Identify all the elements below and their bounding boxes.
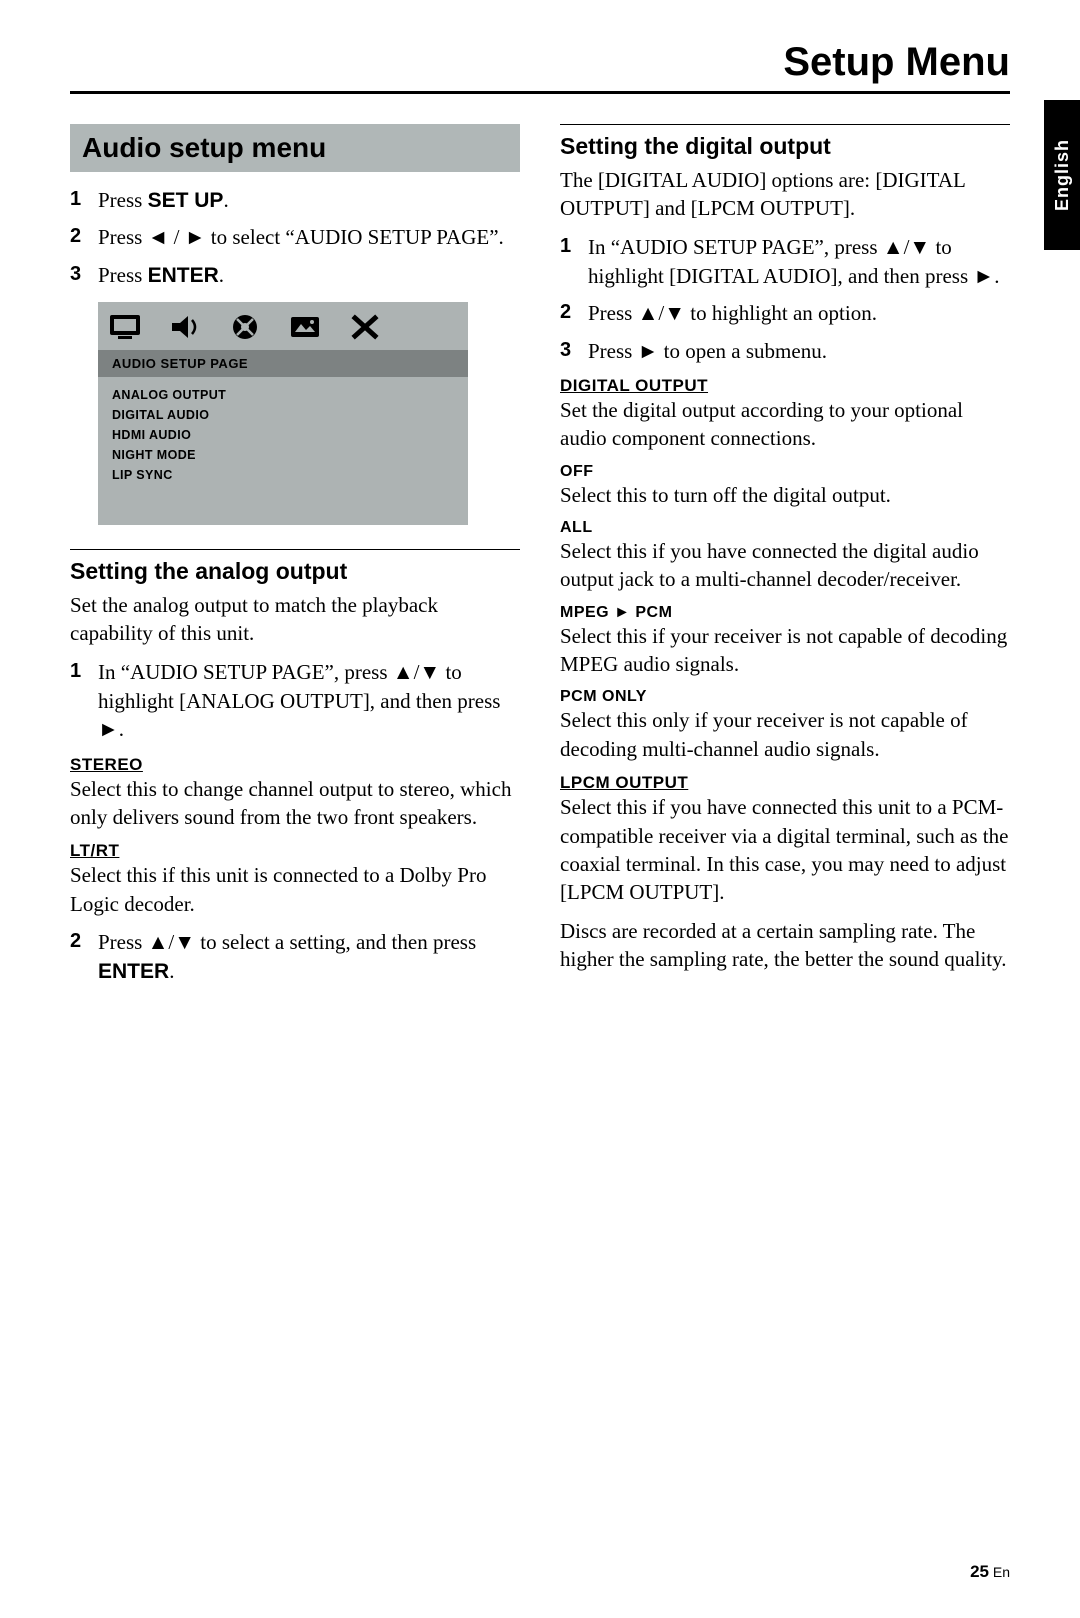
osd-preview: AUDIO SETUP PAGE ANALOG OUTPUT DIGITAL A… [98,302,468,525]
speaker-icon [168,312,202,342]
picture-icon [288,312,322,342]
t: . [169,959,174,983]
option-all-head: ALL [560,519,1010,537]
option-mpeg-text: Select this if your receiver is not capa… [560,622,1010,679]
t: In “AUDIO SETUP PAGE”, press [588,235,883,259]
analog-step-2: Press ▲/▼ to select a setting, and then … [70,928,520,987]
t: / [168,225,184,249]
arrow-down-icon: ▼ [664,302,685,325]
page-title: Setup Menu [70,40,1010,85]
t: In “AUDIO SETUP PAGE”, press [98,660,393,684]
steps-digital: In “AUDIO SETUP PAGE”, press ▲/▼ to high… [560,233,1010,366]
digital-step-3: Press ► to open a submenu. [560,337,1010,366]
step-3: Press ENTER. [70,261,520,290]
content-columns: Audio setup menu Press SET UP. Press ◄ /… [70,124,1010,995]
close-icon [348,312,382,342]
page-lang-suffix: En [989,1564,1010,1580]
page-header: Setup Menu [70,40,1010,94]
page-number: 25 [970,1562,989,1581]
subhead-digital: Setting the digital output [560,133,1010,160]
option-all-text: Select this if you have connected the di… [560,537,1010,594]
t: . [223,188,228,212]
t: to open a submenu. [658,339,827,363]
t: PCM [630,604,672,621]
page: Setup Menu English Audio setup menu Pres… [0,0,1080,1618]
t: Press [588,339,638,363]
digital-step-1: In “AUDIO SETUP PAGE”, press ▲/▼ to high… [560,233,1010,292]
analog-intro: Set the analog output to match the playb… [70,591,520,648]
steps-open-audio-setup: Press SET UP. Press ◄ / ► to select “AUD… [70,186,520,290]
arrow-up-icon: ▲ [148,931,169,954]
option-pcmonly-text: Select this only if your receiver is not… [560,706,1010,763]
osd-item: HDMI AUDIO [112,425,454,445]
right-column: Setting the digital output The [DIGITAL … [560,124,1010,995]
arrow-right-icon: ► [98,718,119,741]
t: . [994,264,999,288]
arrow-up-icon: ▲ [638,302,659,325]
language-tab: English [1044,100,1080,250]
osd-item: ANALOG OUTPUT [112,385,454,405]
section-title-audio-setup: Audio setup menu [70,124,520,172]
t: Press [98,225,148,249]
option-digital-output-text: Set the digital output according to your… [560,396,1010,453]
page-footer: 25 En [970,1562,1010,1582]
option-off-text: Select this to turn off the digital outp… [560,481,1010,509]
left-column: Audio setup menu Press SET UP. Press ◄ /… [70,124,520,995]
t: Press [98,188,148,212]
option-lpcm-head: LPCM OUTPUT [560,773,1010,793]
osd-item: LIP SYNC [112,465,454,485]
digital-intro: The [DIGITAL AUDIO] options are: [DIGITA… [560,166,1010,223]
tv-icon [108,312,142,342]
osd-item: NIGHT MODE [112,445,454,465]
key-setup: SET UP [148,189,224,212]
osd-page-title: AUDIO SETUP PAGE [98,350,468,377]
divider [70,549,520,550]
option-ltrt-text: Select this if this unit is connected to… [70,861,520,918]
t: MPEG [560,604,614,621]
arrow-down-icon: ▼ [174,931,195,954]
option-stereo-text: Select this to change channel output to … [70,775,520,832]
option-stereo-head: STEREO [70,755,520,775]
key-enter: ENTER [98,960,169,983]
osd-item: DIGITAL AUDIO [112,405,454,425]
disc-icon [228,312,262,342]
subhead-analog: Setting the analog output [70,558,520,585]
steps-analog-2: Press ▲/▼ to select a setting, and then … [70,928,520,987]
step-1: Press SET UP. [70,186,520,215]
option-mpeg-head: MPEG ► PCM [560,604,1010,622]
option-ltrt-head: LT/RT [70,841,520,861]
t: . [119,717,124,741]
t: Press [588,301,638,325]
option-lpcm-text2: Discs are recorded at a certain sampling… [560,917,1010,974]
option-digital-output-head: DIGITAL OUTPUT [560,376,1010,396]
option-off-head: OFF [560,463,1010,481]
option-lpcm-text1: Select this if you have connected this u… [560,793,1010,906]
arrow-up-icon: ▲ [393,661,414,684]
steps-analog: In “AUDIO SETUP PAGE”, press ▲/▼ to high… [70,658,520,745]
arrow-down-icon: ▼ [419,661,440,684]
t: to select a setting, and then press [195,930,476,954]
arrow-right-icon: ► [973,265,994,288]
arrow-right-icon: ► [614,604,630,621]
arrow-right-icon: ► [185,226,206,249]
analog-step-1: In “AUDIO SETUP PAGE”, press ▲/▼ to high… [70,658,520,745]
arrow-left-icon: ◄ [148,226,169,249]
digital-step-2: Press ▲/▼ to highlight an option. [560,299,1010,328]
arrow-right-icon: ► [638,340,659,363]
step-2: Press ◄ / ► to select “AUDIO SETUP PAGE”… [70,223,520,252]
divider [560,124,1010,125]
language-tab-label: English [1052,139,1073,211]
option-pcmonly-head: PCM ONLY [560,688,1010,706]
t: to select “AUDIO SETUP PAGE”. [206,225,504,249]
t: Press [98,930,148,954]
osd-icon-row [98,302,468,350]
key-enter: ENTER [148,264,219,287]
arrow-up-icon: ▲ [883,236,904,259]
arrow-down-icon: ▼ [909,236,930,259]
t: to highlight an option. [685,301,877,325]
t: Press [98,263,148,287]
t: . [219,263,224,287]
osd-menu-list: ANALOG OUTPUT DIGITAL AUDIO HDMI AUDIO N… [98,377,468,525]
